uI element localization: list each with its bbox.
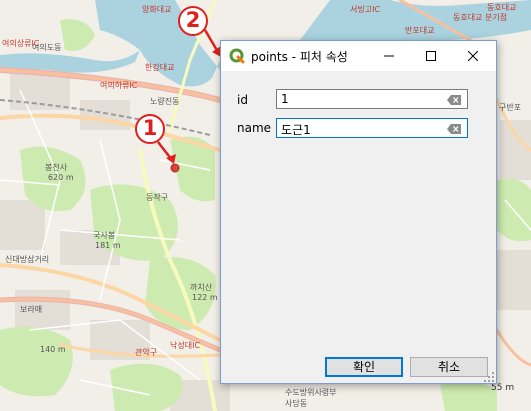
dialog-titlebar[interactable]: points - 피처 속성 bbox=[221, 41, 496, 71]
close-button[interactable] bbox=[453, 41, 493, 71]
map-label: 보라매 bbox=[20, 305, 42, 314]
map-label: 수도방위사령부 bbox=[285, 387, 337, 397]
annotation-callout-2: 2 bbox=[178, 6, 208, 36]
map-label: 반포대교 bbox=[405, 26, 434, 35]
map-label: 구반포 bbox=[499, 103, 521, 112]
map-label: 관악구 bbox=[135, 347, 157, 357]
map-label: 신대방삼거리 bbox=[5, 254, 49, 264]
map-label: 까치산 bbox=[190, 282, 213, 292]
map-label: 여의상류IC bbox=[2, 38, 40, 48]
feature-attributes-dialog: points - 피처 속성 id 1 name 도근1 확인 취소 bbox=[220, 40, 497, 384]
map-label: 봉천사 bbox=[45, 162, 68, 172]
minimize-button[interactable] bbox=[369, 41, 409, 71]
map-label: 국사봉 bbox=[93, 231, 115, 240]
clear-field-icon[interactable] bbox=[447, 123, 461, 134]
map-label: 140 m bbox=[40, 345, 66, 354]
scale-bar-label: 55 m bbox=[491, 383, 515, 393]
map-label: 양화대교 bbox=[142, 5, 171, 14]
minimize-icon bbox=[384, 55, 394, 57]
map-label: 사당동 bbox=[285, 398, 307, 408]
map-label: 여의하류IC bbox=[100, 80, 138, 90]
name-field-input[interactable]: 도근1 bbox=[276, 118, 468, 138]
map-label: 181 m bbox=[95, 241, 121, 250]
map-label: 서빙고IC bbox=[350, 5, 380, 14]
maximize-button[interactable] bbox=[411, 41, 451, 71]
resize-grip-icon[interactable] bbox=[484, 371, 494, 382]
map-label: 동호대교 분기점 bbox=[453, 12, 507, 22]
map-label: 한강대교 bbox=[145, 62, 174, 72]
id-field-value: 1 bbox=[281, 92, 289, 106]
annotation-callout-1: 1 bbox=[135, 114, 165, 144]
clear-field-icon[interactable] bbox=[447, 94, 461, 105]
map-label: 동작구 bbox=[146, 192, 168, 202]
close-icon bbox=[468, 51, 478, 61]
name-field-label: name bbox=[237, 121, 272, 135]
dialog-title: points - 피처 속성 bbox=[251, 50, 348, 64]
id-field-label: id bbox=[237, 93, 248, 107]
cancel-button[interactable]: 취소 bbox=[410, 357, 488, 377]
qgis-logo-icon bbox=[229, 48, 245, 64]
map-label: 122 m bbox=[192, 293, 218, 302]
map-label: 낙성대IC bbox=[170, 340, 200, 350]
map-label: 노량진동 bbox=[150, 96, 179, 106]
map-label: 620 m bbox=[48, 173, 74, 182]
name-field-value: 도근1 bbox=[281, 123, 311, 137]
point-marker bbox=[170, 163, 180, 173]
maximize-icon bbox=[426, 51, 436, 61]
id-field-input[interactable]: 1 bbox=[276, 89, 468, 109]
ok-button[interactable]: 확인 bbox=[325, 357, 403, 377]
map-label: 동호대교 bbox=[487, 3, 516, 12]
